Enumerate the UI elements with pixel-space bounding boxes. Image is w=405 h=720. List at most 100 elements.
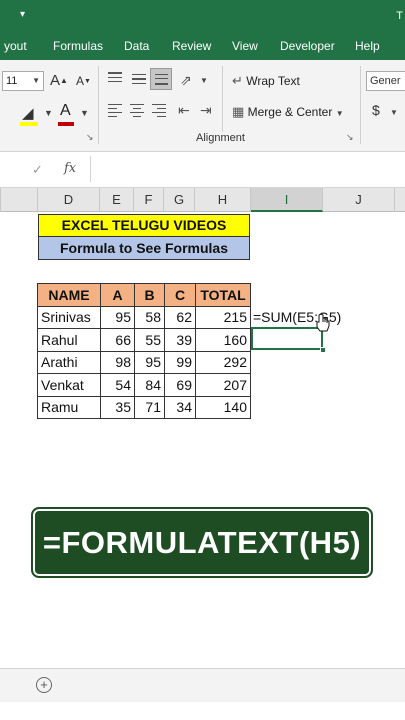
cell[interactable]: Srinivas [37,305,101,329]
banner-subtitle[interactable]: Formula to See Formulas [38,237,250,260]
column-header-i[interactable]: I [251,188,323,212]
number-format-select[interactable]: Gener [366,71,405,91]
tab-data[interactable]: Data [124,39,149,53]
cell[interactable]: 98 [100,350,135,374]
font-size-value: 11 [6,75,18,87]
score-table: NAME A B C TOTAL Srinivas 95 58 62 215 R… [37,283,251,419]
header-cell-a[interactable]: A [100,283,135,307]
grow-font-button[interactable]: A ▲ [50,72,68,89]
table-row: Venkat 54 84 69 207 [37,373,251,397]
font-dialog-launcher-icon[interactable]: ↘ [86,132,94,143]
formula-input[interactable] [90,156,405,182]
chevron-down-icon[interactable]: ▼ [44,108,53,118]
cell[interactable]: Ramu [37,395,101,419]
column-header-d[interactable]: D [37,188,100,212]
cell[interactable]: 35 [100,395,135,419]
cell[interactable]: 58 [134,305,165,329]
bottom-align-icon[interactable] [150,68,172,90]
window-title: T [396,10,403,22]
column-header-spacer [0,188,1,212]
mouse-pointer-icon [316,314,330,332]
cell[interactable]: 62 [164,305,196,329]
increase-indent-icon[interactable]: ⇥ [200,102,212,119]
font-color-button[interactable]: A [60,102,71,120]
cell[interactable]: 54 [100,373,135,397]
cell[interactable]: 84 [134,373,165,397]
title-bar: ▾ T [0,0,405,34]
align-left-icon[interactable] [108,104,124,118]
add-sheet-icon[interactable]: + [36,677,52,693]
divider [360,66,361,144]
formula-bar: ✓ fx [0,152,405,188]
cell[interactable]: 71 [134,395,165,419]
fill-color-icon[interactable]: ◢ [22,104,34,122]
active-cell-selection[interactable] [251,327,323,350]
merge-center-icon: ▦ [232,104,245,119]
fill-handle[interactable] [320,347,326,353]
table-row: Rahul 66 55 39 160 [37,328,251,352]
tab-page-layout[interactable]: yout [4,39,27,53]
tab-view[interactable]: View [232,39,258,53]
merge-center-button[interactable]: ▦ Merge & Center ▼ [232,104,344,120]
wrap-text-button[interactable]: ↵ Wrap Text [232,73,300,89]
tab-developer[interactable]: Developer [280,39,335,53]
cell[interactable]: 99 [164,350,196,374]
align-center-icon[interactable] [130,104,146,118]
cell[interactable]: 66 [100,328,135,352]
cell[interactable]: Rahul [37,328,101,352]
alignment-dialog-launcher-icon[interactable]: ↘ [346,132,354,143]
decrease-indent-icon[interactable]: ⇤ [178,102,190,119]
cell[interactable]: 95 [100,305,135,329]
ribbon: 11 ▼ A ▲ A ▼ ◢ ▼ A ▼ ↘ ⇗ ▼ ⇤ ⇥ ↵ Wrap Te… [0,60,405,152]
header-cell-total[interactable]: TOTAL [195,283,251,307]
quick-access-dropdown-icon[interactable]: ▾ [20,9,25,20]
header-cell-c[interactable]: C [164,283,196,307]
middle-align-icon[interactable] [132,72,148,86]
cell[interactable]: 39 [164,328,196,352]
cell[interactable]: 292 [195,350,251,374]
header-cell-b[interactable]: B [134,283,165,307]
cell[interactable]: 69 [164,373,196,397]
chevron-down-icon[interactable]: ▼ [80,108,89,118]
chevron-down-icon[interactable]: ▼ [390,108,398,117]
table-row: Srinivas 95 58 62 215 [37,305,251,329]
ribbon-tabs: yout Formulas Data Review View Developer… [0,34,405,60]
tab-formulas[interactable]: Formulas [53,39,103,53]
orientation-icon[interactable]: ⇗ [180,72,192,89]
shrink-font-button[interactable]: A ▼ [76,74,91,88]
bottom-strip [0,702,405,720]
divider [98,66,99,144]
enter-icon[interactable]: ✓ [32,162,43,178]
cell[interactable]: 215 [195,305,251,329]
tab-review[interactable]: Review [172,39,211,53]
column-header-j[interactable]: J [323,188,395,212]
cell[interactable]: 55 [134,328,165,352]
chevron-down-icon[interactable]: ▼ [200,76,208,85]
wrap-text-icon: ↵ [232,73,243,88]
font-size-select[interactable]: 11 ▼ [2,71,44,91]
font-color-swatch [58,122,74,126]
header-cell-name[interactable]: NAME [37,283,101,307]
sheet-tab-bar: + [0,668,405,702]
column-header-f[interactable]: F [134,188,164,212]
tab-help[interactable]: Help [355,39,380,53]
fill-color-swatch [20,122,38,126]
align-right-icon[interactable] [152,104,168,118]
banner-title[interactable]: EXCEL TELUGU VIDEOS [38,214,250,237]
column-header-h[interactable]: H [195,188,251,212]
top-align-icon[interactable] [108,72,124,86]
table-header-row: NAME A B C TOTAL [37,283,251,307]
insert-function-button[interactable]: fx [64,161,76,176]
column-header-e[interactable]: E [100,188,134,212]
cell[interactable]: 95 [134,350,165,374]
cell[interactable]: 34 [164,395,196,419]
cell[interactable]: 207 [195,373,251,397]
currency-button[interactable]: $ [372,102,380,118]
column-header-g[interactable]: G [164,188,195,212]
cell[interactable]: 140 [195,395,251,419]
cell[interactable]: 160 [195,328,251,352]
worksheet-grid[interactable]: EXCEL TELUGU VIDEOS Formula to See Formu… [0,212,405,668]
chevron-down-icon: ▼ [32,76,40,85]
cell[interactable]: Venkat [37,373,101,397]
cell[interactable]: Arathi [37,350,101,374]
